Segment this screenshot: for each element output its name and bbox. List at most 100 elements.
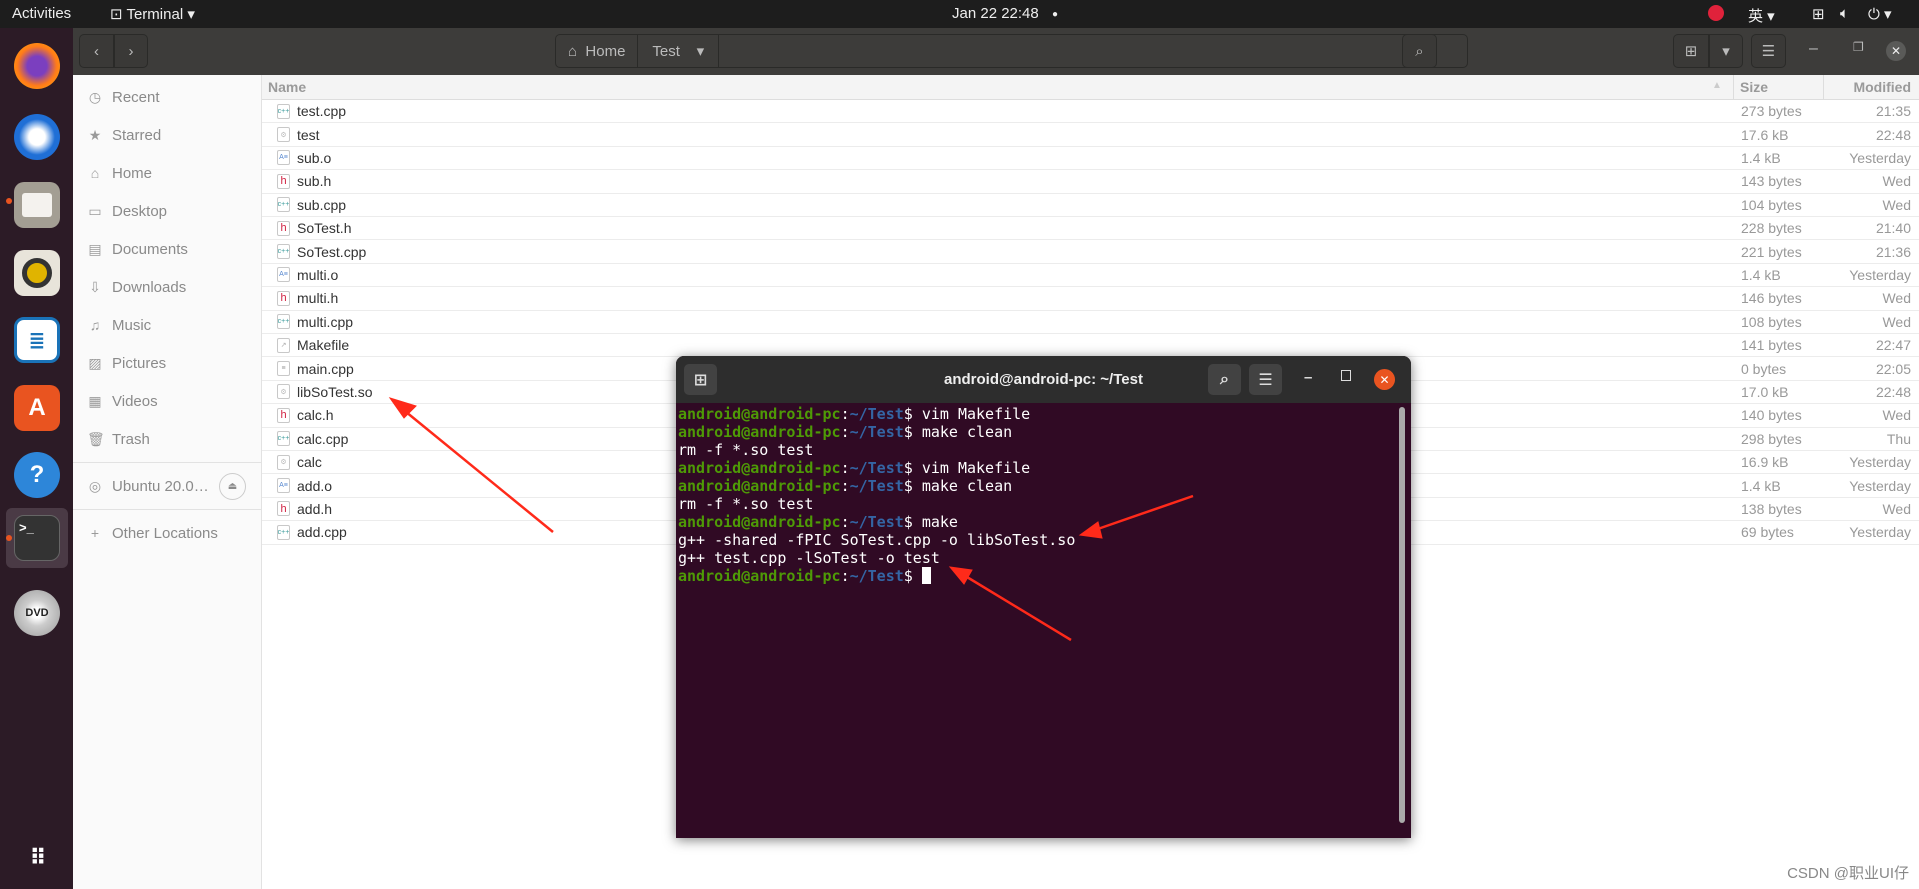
terminal-search-button[interactable]: ⌕ [1208,364,1241,395]
firefox-icon[interactable] [14,43,60,89]
sidebar-item-starred[interactable]: ★ Starred [73,120,261,150]
column-size[interactable]: Size [1733,75,1774,100]
file-cpp-icon: c++ [277,431,290,447]
show-apps-icon[interactable]: ⠿ [14,835,60,881]
files-icon[interactable] [14,182,60,228]
file-row[interactable]: c++ multi.cpp 108 bytes Wed [262,311,1919,334]
terminal-close-button[interactable]: ✕ [1374,369,1395,390]
sidebar-item-documents[interactable]: ▤ Documents [73,234,261,264]
eject-button[interactable]: ⏏ [219,472,246,500]
forward-button[interactable]: › [114,34,148,68]
do-not-disturb-icon[interactable] [1708,5,1724,21]
sidebar-item-label: Starred [112,126,162,144]
file-row[interactable]: h multi.h 146 bytes Wed [262,287,1919,311]
sidebar-item-label: Pictures [112,354,167,372]
sidebar-item-recent[interactable]: ◷ Recent [73,82,261,112]
close-button[interactable]: ✕ [1886,41,1906,61]
terminal-icon[interactable]: >_ [14,515,60,561]
file-name: libSoTest.so [297,383,373,400]
file-row[interactable]: c++ test.cpp 273 bytes 21:35 [262,100,1919,124]
file-h-icon: h [277,220,290,236]
column-modified[interactable]: Modified [1823,75,1919,100]
file-cpp-icon: c++ [277,103,290,119]
file-name: add.o [297,477,333,494]
file-cpp-icon: c++ [277,244,290,260]
sidebar-item-other-locations[interactable]: + Other Locations [73,518,261,548]
path-home-label: Home [585,42,626,60]
file-size: 69 bytes [1741,524,1794,541]
terminal-menu-button[interactable]: ☰ [1249,364,1282,395]
sidebar-item-music[interactable]: ♫ Music [73,310,261,340]
prompt-user: android@android-pc [678,423,841,441]
home-icon: ⌂ [568,42,586,60]
file-size: 141 bytes [1741,337,1802,354]
terminal-cursor [921,567,931,584]
download-icon: ⇩ [89,278,101,295]
file-row[interactable]: h SoTest.h 228 bytes 21:40 [262,217,1919,241]
terminal-line: rm -f *.so test [678,495,1075,513]
libreoffice-writer-icon[interactable]: ≣ [14,317,60,363]
sidebar-item-label: Music [112,316,152,334]
file-row[interactable]: A≡ sub.o 1.4 kB Yesterday [262,147,1919,171]
file-row[interactable]: A≡ multi.o 1.4 kB Yesterday [262,264,1919,288]
app-menu[interactable]: ⊡ Terminal ▾ [110,5,195,23]
file-name: test [297,126,320,143]
file-name: add.h [297,500,333,517]
sidebar-item-downloads[interactable]: ⇩ Downloads [73,272,261,302]
grid-icon: ⊞ [1684,43,1698,60]
file-row[interactable]: c++ SoTest.cpp 221 bytes 21:36 [262,240,1919,264]
terminal-output[interactable]: android@android-pc:~/Test$ vim Makefile a… [678,405,1075,585]
column-name[interactable]: Name [268,79,306,95]
file-size: 143 bytes [1741,173,1802,190]
path-test-button[interactable]: Test ▾ [638,35,720,67]
maximize-button[interactable]: ❐ [1853,40,1864,54]
sidebar-item-drive[interactable]: ◎ Ubuntu 20.0… ⏏ [73,471,261,501]
terminal-scrollbar[interactable] [1399,407,1405,823]
video-icon: ▦ [88,392,102,409]
software-center-icon[interactable]: A [14,385,60,431]
dvd-icon[interactable]: DVD [14,590,60,636]
file-exec-icon: ⚙ [277,384,290,400]
terminal-text: make clean [912,477,1013,495]
sidebar-item-trash[interactable]: 🗑 Trash [73,424,261,454]
prompt-path: ~/Test [849,477,904,495]
trash-icon: 🗑 [87,430,105,447]
file-row[interactable]: ↗ Makefile 141 bytes 22:47 [262,334,1919,358]
search-button[interactable]: ⌕ [1402,34,1437,68]
view-options-button[interactable]: ▾ [1709,34,1743,68]
thunderbird-icon[interactable] [14,114,60,160]
sidebar-item-home[interactable]: ⌂ Home [73,158,261,188]
volume-icon[interactable]: 🔈︎ [1840,5,1849,22]
sidebar-item-desktop[interactable]: ▭ Desktop [73,196,261,226]
rhythmbox-icon[interactable] [14,250,60,296]
sidebar-item-label: Trash [112,430,150,448]
file-row[interactable]: h sub.h 143 bytes Wed [262,170,1919,194]
terminal-line: android@android-pc:~/Test$ vim Makefile [678,459,1031,477]
chevron-down-icon: ▾ [696,43,705,60]
activities-button[interactable]: Activities [12,5,71,22]
file-cpp-icon: c++ [277,314,290,330]
input-method-menu[interactable]: 英 ▾ [1748,5,1775,26]
help-icon[interactable]: ? [14,452,60,498]
terminal-window: ⊞ android@android-pc: ~/Test ⌕ ☰ – ✕ and… [676,356,1411,838]
file-name: test.cpp [297,103,347,120]
terminal-maximize-button[interactable] [1341,370,1351,381]
back-button[interactable]: ‹ [79,34,114,68]
terminal-minimize-button[interactable]: – [1304,369,1312,386]
prompt-user: android@android-pc [678,477,841,495]
minimize-button[interactable]: – [1809,40,1818,58]
menu-button[interactable]: ☰ [1751,34,1786,68]
sidebar-item-label: Ubuntu 20.0… [112,477,209,495]
power-icon[interactable]: ⏻ ▾ [1868,5,1892,23]
clock[interactable]: Jan 22 22:48 [952,5,1039,22]
network-icon[interactable]: ⊞ [1812,5,1825,23]
sidebar-item-videos[interactable]: ▦ Videos [73,386,261,416]
file-row[interactable]: c++ sub.cpp 104 bytes Wed [262,194,1919,217]
sidebar-item-pictures[interactable]: ▨ Pictures [73,348,261,378]
file-name: Makefile [297,337,350,354]
terminal-line: android@android-pc:~/Test$ make clean [678,423,1013,441]
file-row[interactable]: ⚙ test 17.6 kB 22:48 [262,123,1919,147]
view-grid-button[interactable]: ⊞ [1673,34,1709,68]
path-home-button[interactable]: ⌂ Home [556,35,639,67]
